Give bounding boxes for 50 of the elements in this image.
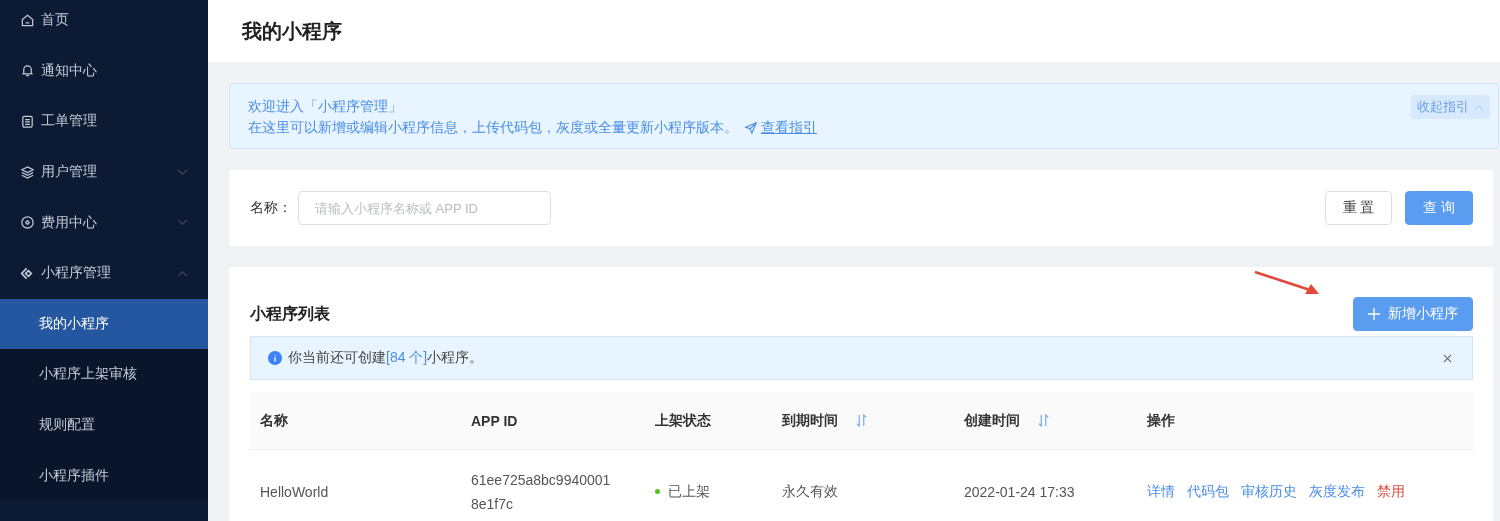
column-header: 到期时间 [782,411,838,430]
clipboard-icon [20,114,35,129]
column-header: 上架状态 [655,411,711,430]
action-link[interactable]: 代码包 [1187,482,1229,501]
chevron-up-icon [177,269,188,277]
home-icon [20,12,35,28]
table-cell: 永久有效 [782,482,838,501]
sidebar-item[interactable]: 首页 [0,0,208,46]
close-icon[interactable] [1443,353,1452,363]
sidebar-item[interactable]: 规则配置 [0,399,208,451]
sidebar-item[interactable]: 小程序上架审核 [0,349,208,400]
status-text: 已上架 [668,482,710,501]
page-title: 我的小程序 [242,18,342,44]
caret-up-icon [1474,103,1484,111]
bell-icon [20,63,35,79]
sort-icon[interactable] [856,414,867,427]
field-label: 名称： [250,199,292,217]
plus-icon [1368,308,1380,320]
column-header: 创建时间 [964,411,1020,430]
notice-text: 你当前还可创建[84 个]小程序。 [288,349,485,367]
sidebar-item[interactable]: 费用中心 [0,197,208,248]
column-header: APP ID [471,412,518,429]
column-header: 操作 [1147,411,1175,430]
sidebar-item[interactable]: 我的小程序 [0,298,208,350]
guide-text: 在这里可以新增或编辑小程序信息，上传代码包，灰度或全量更新小程序版本。 [248,118,738,137]
action-link[interactable]: 详情 [1147,482,1175,501]
table-cell: HelloWorld [260,483,329,500]
column-header: 名称 [260,411,288,430]
table-cell-text: 61ee725a8bc99400018e1f7c [471,470,612,514]
guide-title: 欢迎进入「小程序管理」 [248,97,403,116]
sidebar-item[interactable]: 工单管理 [0,96,208,147]
layers-icon [20,164,35,180]
sort-icon[interactable] [1038,414,1049,427]
action-link[interactable]: 灰度发布 [1309,482,1365,501]
chevron-down-icon [177,168,188,176]
section-title: 小程序列表 [250,304,331,324]
diamond-icon [20,265,35,281]
chevron-down-icon [177,219,188,227]
info-icon [268,351,282,365]
sidebar-item[interactable]: 通知中心 [0,45,208,97]
sidebar-item[interactable]: 小程序插件 [0,450,208,501]
reset-button[interactable]: 重 置 [1325,191,1392,225]
action-link[interactable]: 禁用 [1377,482,1405,501]
sidebar-item[interactable]: 用户管理 [0,146,208,198]
sidebar-item[interactable]: 小程序管理 [0,247,208,299]
coin-icon [20,215,35,231]
send-icon [744,120,758,135]
table-cell: 2022-01-24 17:33 [964,483,1075,500]
action-link[interactable]: 审核历史 [1241,482,1297,501]
name-search-field[interactable]: 请输入小程序名称或 APP ID [298,191,551,225]
